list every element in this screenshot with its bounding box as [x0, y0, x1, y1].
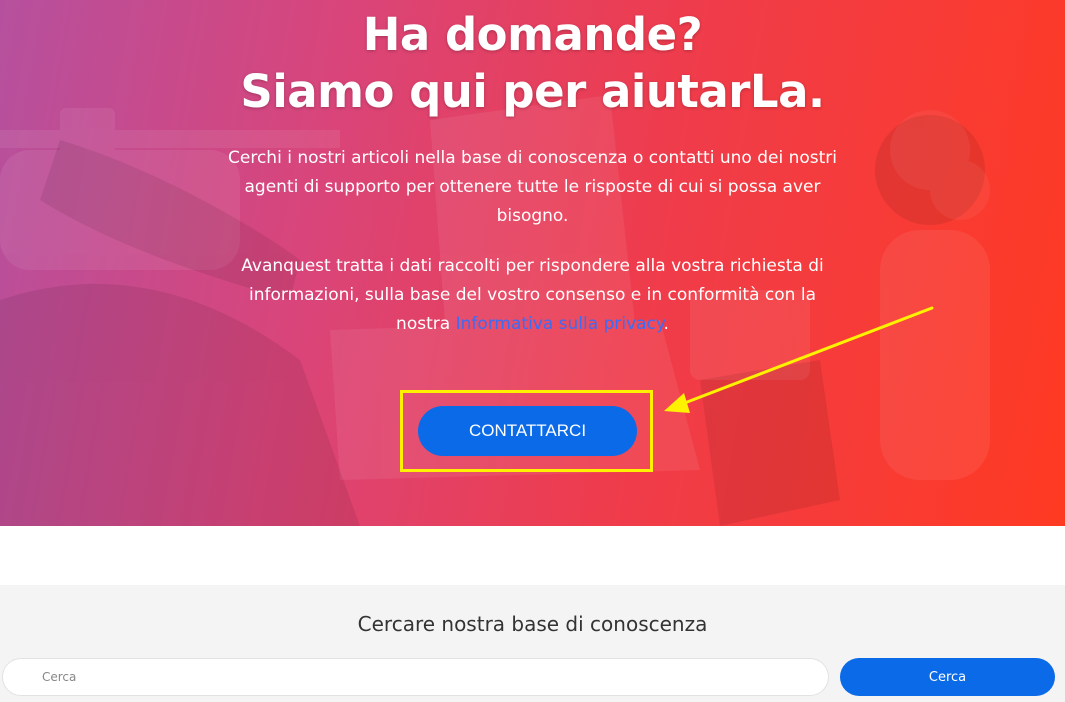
hero-intro-text: Cerchi i nostri articoli nella base di c… [228, 148, 837, 226]
knowledge-base-search-section: Cercare nostra base di conoscenza Cerca [0, 585, 1065, 702]
privacy-policy-link[interactable]: Informativa sulla privacy [456, 314, 664, 334]
search-button[interactable]: Cerca [840, 658, 1055, 696]
search-input[interactable] [2, 658, 829, 696]
hero-title-line-2: Siamo qui per aiutarLa. [240, 65, 825, 118]
privacy-notice: Avanquest tratta i dati raccolti per ris… [220, 252, 845, 339]
hero-banner: Ha domande? Siamo qui per aiutarLa. Cerc… [0, 0, 1065, 526]
hero-title-line-1: Ha domande? [362, 8, 703, 61]
privacy-notice-end: . [663, 314, 669, 334]
hero-title: Ha domande? Siamo qui per aiutarLa. [0, 6, 1065, 120]
search-section-title: Cercare nostra base di conoscenza [357, 612, 708, 636]
contact-button[interactable]: CONTATTARCI [418, 406, 637, 456]
